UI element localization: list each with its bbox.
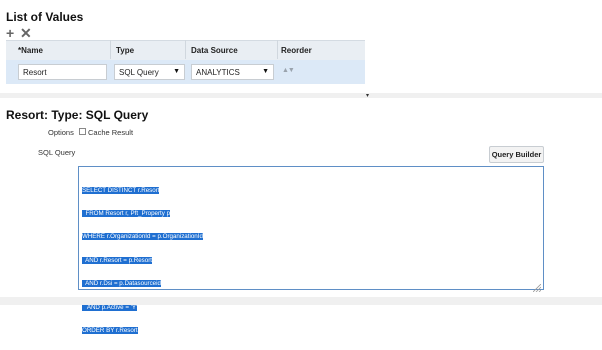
cache-result-checkbox[interactable] [79,128,86,135]
section-title: List of Values [6,10,84,24]
plus-icon[interactable]: + [6,26,14,40]
splitter[interactable] [0,93,602,98]
resize-grip-icon[interactable] [532,279,542,293]
sql-line: FROM Resort r, Pft_Property p [82,209,171,217]
column-name[interactable]: *Name [18,46,43,55]
detail-title: Resort: Type: SQL Query [6,108,149,122]
column-divider [277,40,278,59]
type-select-value: SQL Query [119,68,159,77]
sql-line: WHERE r.OrganizationId = p.OrganizationI… [82,233,203,241]
sql-line: SELECT DISTINCT r.Resort [82,186,160,194]
cache-result-label[interactable]: Cache Result [88,128,133,137]
x-icon[interactable]: ✕ [20,26,32,40]
sql-line: AND r.Dsi = p.Datasourceid [82,280,161,288]
column-divider [110,40,111,59]
options-label: Options [48,128,74,137]
chevron-down-icon: ▼ [262,68,269,75]
up-down-arrows-icon[interactable]: ▲▼ [282,67,295,74]
name-input[interactable]: Resort [18,64,107,80]
data-source-select-value: ANALYTICS [196,68,240,77]
data-source-select[interactable]: ANALYTICS ▼ [191,64,274,80]
sql-line: AND r.Resort = p.Resort [82,256,152,264]
column-type[interactable]: Type [116,46,134,55]
splitter-handle-icon[interactable]: ▾ [366,92,369,99]
query-builder-button[interactable]: Query Builder [489,146,544,163]
chevron-down-icon: ▼ [173,68,180,75]
sql-line: ORDER BY r.Resort [82,326,138,334]
sql-query-label: SQL Query [38,148,76,157]
column-divider [185,40,186,59]
type-select[interactable]: SQL Query ▼ [114,64,185,80]
footer-band [0,297,602,305]
column-reorder[interactable]: Reorder [281,46,312,55]
sql-editor[interactable]: SELECT DISTINCT r.Resort FROM Resort r, … [78,166,544,334]
column-data-source[interactable]: Data Source [191,46,238,55]
